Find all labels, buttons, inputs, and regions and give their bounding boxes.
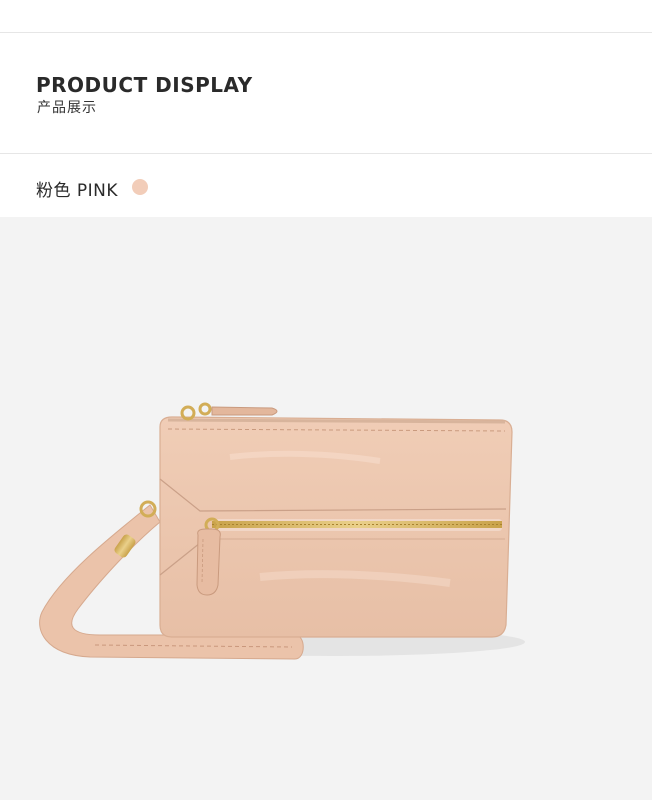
product-photo <box>0 217 652 800</box>
color-label: 粉色 PINK <box>36 181 119 201</box>
pink-wristlet-wallet-icon <box>39 402 525 660</box>
section-header: PRODUCT DISPLAY 产品展示 <box>0 33 652 153</box>
section-subtitle: 产品展示 <box>37 100 97 116</box>
color-option-row: 粉色 PINK <box>0 154 652 217</box>
section-title: PRODUCT DISPLAY <box>36 73 253 97</box>
color-swatch[interactable] <box>132 179 148 195</box>
